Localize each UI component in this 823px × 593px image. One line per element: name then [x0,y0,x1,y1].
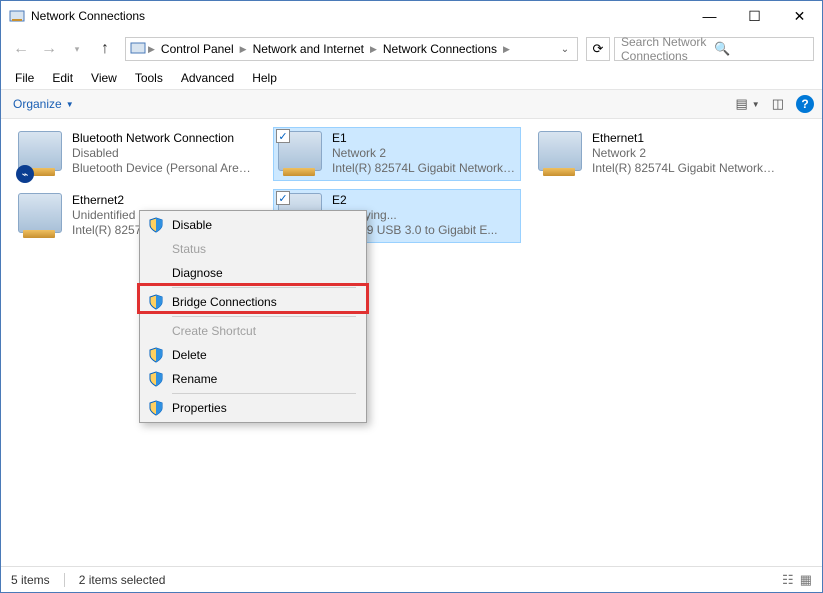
statusbar: 5 items 2 items selected ☷ ▦ [1,566,822,592]
adapter-device: Intel(R) 82574L Gigabit Network C... [592,161,776,176]
adapter-bluetooth[interactable]: ⌁ Bluetooth Network Connection Disabled … [13,127,261,181]
ctx-rename[interactable]: Rename [142,367,364,391]
adapter-status: Network 2 [592,146,776,161]
maximize-button[interactable]: ☐ [732,1,777,31]
menu-tools[interactable]: Tools [127,69,171,87]
titlebar: Network Connections — ☐ ✕ [1,1,822,31]
back-button[interactable]: ← [9,37,33,61]
chevron-right-icon: ▶ [240,44,247,55]
shield-icon [148,217,164,233]
adapter-status: Disabled [72,146,256,161]
chevron-down-icon: ▼ [752,100,760,109]
menu-separator [172,393,356,394]
menu-separator [172,287,356,288]
nic-icon [18,193,66,241]
shield-icon [148,400,164,416]
address-dropdown[interactable]: ⌄ [557,44,573,55]
adapter-name: Ethernet2 [72,193,181,208]
recent-dropdown[interactable]: ▾ [65,37,89,61]
app-icon [9,8,25,24]
checkbox-checked-icon: ✓ [276,129,290,143]
forward-button[interactable]: → [37,37,61,61]
menu-edit[interactable]: Edit [44,69,81,87]
organize-label: Organize [13,97,62,111]
adapter-name: E1 [332,131,516,146]
status-item-count: 5 items [11,573,50,587]
ctx-status[interactable]: Status [142,237,364,261]
preview-pane-button[interactable]: ◫ [772,96,784,112]
adapter-status: Network 2 [332,146,516,161]
breadcrumb-network-connections[interactable]: Network Connections [379,42,501,56]
menu-file[interactable]: File [7,69,42,87]
organize-button[interactable]: Organize ▼ [9,95,78,113]
ctx-delete[interactable]: Delete [142,343,364,367]
chevron-right-icon: ▶ [370,44,377,55]
checkbox-checked-icon: ✓ [276,191,290,205]
ctx-rename-label: Rename [172,372,217,386]
shield-icon [148,347,164,363]
search-icon: 🔍 [714,41,807,57]
ctx-delete-label: Delete [172,348,207,362]
menu-separator [172,316,356,317]
chevron-down-icon: ▼ [66,100,74,109]
details-view-button[interactable]: ☷ [782,572,794,588]
ctx-bridge-connections[interactable]: Bridge Connections [142,290,364,314]
nic-icon [130,40,146,59]
nic-icon: ⌁ [18,131,66,179]
chevron-right-icon: ▶ [503,44,510,55]
help-button[interactable]: ? [796,95,814,113]
adapter-ethernet1[interactable]: Ethernet1 Network 2 Intel(R) 82574L Giga… [533,127,781,181]
ctx-properties-label: Properties [172,401,227,415]
navbar: ← → ▾ ↑ ▶ Control Panel ▶ Network and In… [1,31,822,67]
ctx-status-label: Status [172,242,206,256]
ctx-diagnose-label: Diagnose [172,266,223,280]
adapter-device: Intel(R) 82574L Gigabit Network C... [332,161,516,176]
window-title: Network Connections [31,9,687,23]
close-button[interactable]: ✕ [777,1,822,31]
up-button[interactable]: ↑ [93,37,117,61]
context-menu: Disable Status Diagnose Bridge Connectio… [139,210,367,423]
status-selected-count: 2 items selected [79,573,166,587]
shield-icon [148,294,164,310]
adapter-name: E2 [332,193,497,208]
shield-icon [148,371,164,387]
adapter-e1[interactable]: ✓ E1 Network 2 Intel(R) 82574L Gigabit N… [273,127,521,181]
search-input[interactable]: Search Network Connections 🔍 [614,37,814,61]
content-area: ⌁ Bluetooth Network Connection Disabled … [1,119,822,559]
minimize-button[interactable]: — [687,1,732,31]
menu-advanced[interactable]: Advanced [173,69,242,87]
adapter-name: Bluetooth Network Connection [72,131,256,146]
breadcrumb-network-internet[interactable]: Network and Internet [249,42,368,56]
adapter-device: Bluetooth Device (Personal Area ... [72,161,256,176]
menu-help[interactable]: Help [244,69,285,87]
nic-icon: ✓ [278,131,326,179]
bluetooth-badge-icon: ⌁ [16,165,34,183]
breadcrumb-control-panel[interactable]: Control Panel [157,42,238,56]
menu-view[interactable]: View [83,69,125,87]
search-placeholder: Search Network Connections [621,35,714,63]
nic-icon [538,131,586,179]
ctx-shortcut-label: Create Shortcut [172,324,256,338]
preview-icon: ◫ [772,96,784,112]
address-bar[interactable]: ▶ Control Panel ▶ Network and Internet ▶… [125,37,578,61]
ctx-create-shortcut[interactable]: Create Shortcut [142,319,364,343]
ctx-properties[interactable]: Properties [142,396,364,420]
ctx-disable[interactable]: Disable [142,213,364,237]
ctx-disable-label: Disable [172,218,212,232]
view-icon: ▤ [735,96,747,112]
refresh-button[interactable]: ⟳ [586,37,610,61]
chevron-right-icon: ▶ [148,44,155,55]
ctx-bridge-label: Bridge Connections [172,295,277,309]
adapter-name: Ethernet1 [592,131,776,146]
large-icons-view-button[interactable]: ▦ [800,572,812,588]
view-button[interactable]: ▤ ▼ [735,96,759,112]
menubar: File Edit View Tools Advanced Help [1,67,822,89]
toolbar: Organize ▼ ▤ ▼ ◫ ? [1,89,822,119]
ctx-diagnose[interactable]: Diagnose [142,261,364,285]
separator [64,573,65,587]
